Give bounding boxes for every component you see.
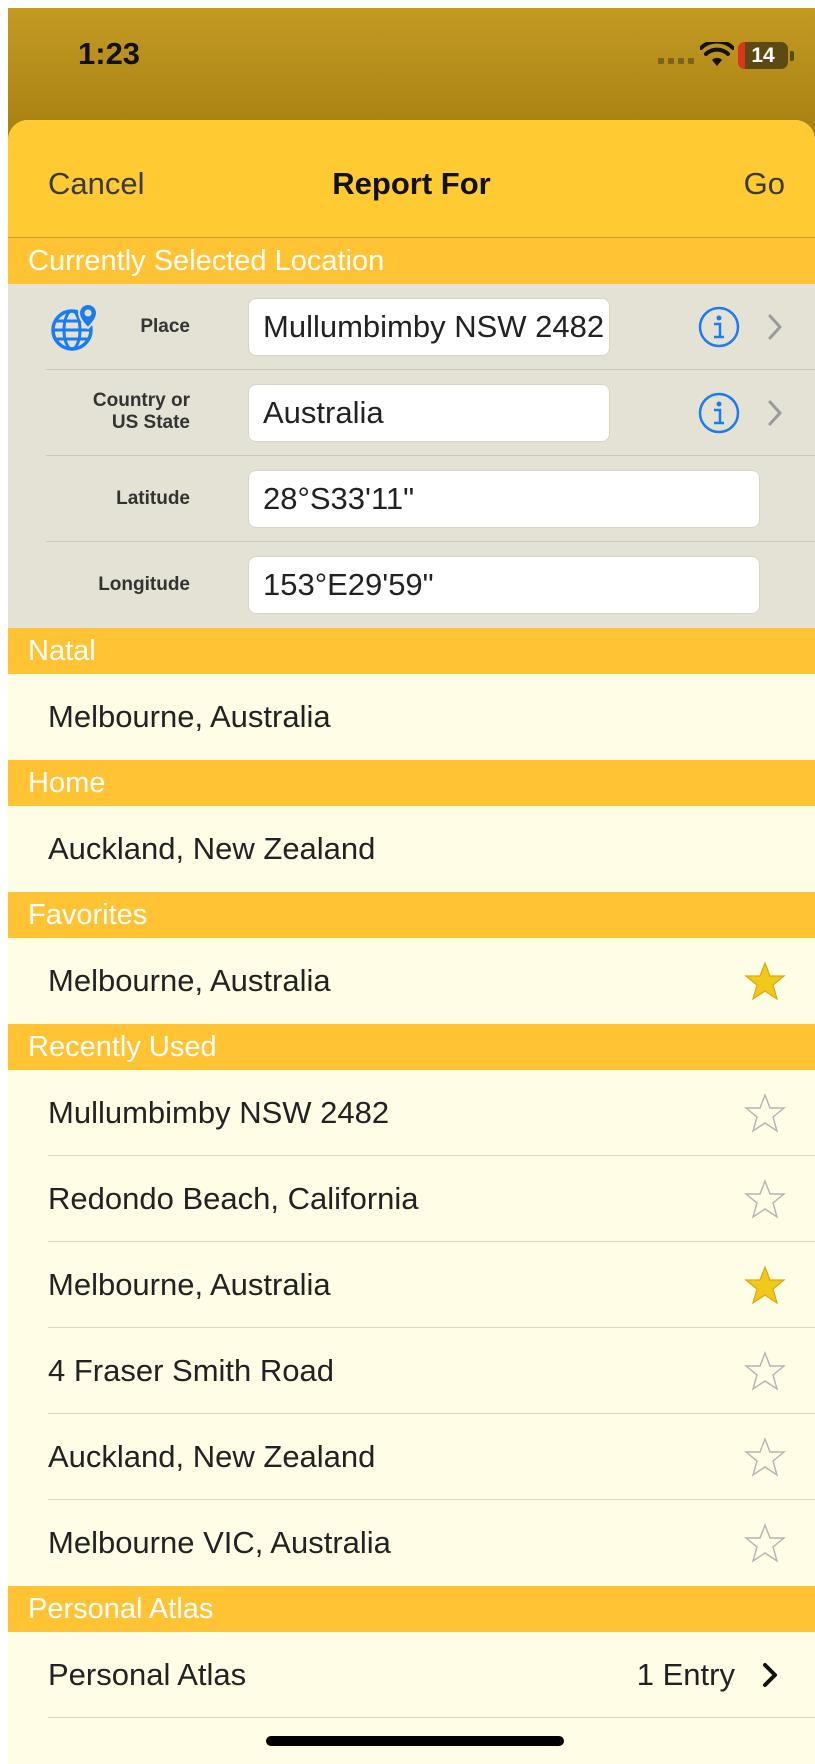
longitude-row: Longitude 153°E29'59"	[8, 542, 815, 628]
section-header-atlas: Personal Atlas	[8, 1586, 815, 1632]
section-header-favorites: Favorites	[8, 892, 815, 938]
list-item-favorite[interactable]: Melbourne, Australia	[8, 938, 815, 1024]
latitude-field[interactable]: 28°S33'11"	[248, 470, 760, 528]
personal-atlas-row[interactable]: Personal Atlas 1 Entry	[8, 1632, 815, 1718]
chevron-right-icon[interactable]	[768, 400, 782, 426]
list-item-recent[interactable]: Mullumbimby NSW 2482	[8, 1070, 815, 1156]
nav-bar: Cancel Report For Go	[8, 120, 815, 238]
info-icon[interactable]	[698, 306, 740, 348]
place-row: Place Mullumbimby NSW 2482	[8, 284, 815, 370]
list-item-label: Redondo Beach, California	[48, 1181, 419, 1216]
list-item-label: 4 Fraser Smith Road	[48, 1353, 334, 1388]
list-item-label: Mullumbimby NSW 2482	[48, 1095, 390, 1130]
chevron-right-icon[interactable]	[768, 314, 782, 340]
country-label-line1: Country or	[92, 390, 190, 411]
personal-atlas-label: Personal Atlas	[48, 1657, 247, 1692]
list-item-recent[interactable]: Melbourne, Australia	[8, 1242, 815, 1328]
current-location-panel: Place Mullumbimby NSW 2482 Country or US…	[8, 284, 815, 628]
section-header-recent: Recently Used	[8, 1024, 815, 1070]
screen: 1:23 14 Cancel Report For Go Currently S…	[8, 8, 815, 1764]
status-time: 1:23	[78, 36, 141, 71]
latitude-label: Latitude	[116, 488, 190, 509]
report-sheet: Cancel Report For Go Currently Selected …	[8, 120, 815, 1764]
list-item-home[interactable]: Auckland, New Zealand	[8, 806, 815, 892]
list-item-recent[interactable]: Melbourne VIC, Australia	[8, 1500, 815, 1586]
star-filled-icon[interactable]	[744, 1264, 786, 1306]
country-label-line2: US State	[111, 412, 190, 433]
list-item-label: Melbourne VIC, Australia	[48, 1525, 391, 1560]
star-filled-icon[interactable]	[744, 960, 786, 1002]
place-field[interactable]: Mullumbimby NSW 2482	[248, 298, 610, 356]
longitude-label: Longitude	[98, 574, 190, 595]
personal-atlas-count: 1 Entry	[636, 1657, 735, 1692]
star-outline-icon[interactable]	[744, 1350, 786, 1392]
country-field[interactable]: Australia	[248, 384, 610, 442]
section-header-natal: Natal	[8, 628, 815, 674]
longitude-field[interactable]: 153°E29'59"	[248, 556, 760, 614]
battery-level: 14	[751, 44, 775, 67]
place-label: Place	[140, 316, 190, 337]
star-outline-icon[interactable]	[744, 1092, 786, 1134]
star-outline-icon[interactable]	[744, 1522, 786, 1564]
list-item-recent[interactable]: Redondo Beach, California	[8, 1156, 815, 1242]
battery-tip	[790, 51, 794, 61]
go-button[interactable]: Go	[744, 166, 785, 202]
star-outline-icon[interactable]	[744, 1178, 786, 1220]
star-outline-icon[interactable]	[744, 1436, 786, 1478]
list-item-label: Melbourne, Australia	[48, 699, 331, 734]
page-title: Report For	[332, 166, 491, 201]
wifi-icon	[700, 42, 734, 66]
list-item-label: Melbourne, Australia	[48, 963, 331, 998]
list-item-label: Melbourne, Australia	[48, 1267, 331, 1302]
list-item-recent[interactable]: Auckland, New Zealand	[8, 1414, 815, 1500]
list-item-label: Auckland, New Zealand	[48, 831, 376, 866]
section-header-current-location: Currently Selected Location	[8, 238, 815, 284]
country-row: Country or US State Australia	[8, 370, 815, 456]
list-item-recent[interactable]: 4 Fraser Smith Road	[8, 1328, 815, 1414]
list-item-natal[interactable]: Melbourne, Australia	[8, 674, 815, 760]
list-item-label: Auckland, New Zealand	[48, 1439, 376, 1474]
section-header-home: Home	[8, 760, 815, 806]
home-indicator[interactable]	[266, 1736, 564, 1746]
battery-icon: 14	[738, 42, 788, 69]
cellular-signal-icon	[658, 58, 694, 64]
chevron-right-icon[interactable]	[762, 1662, 778, 1688]
info-icon[interactable]	[698, 392, 740, 434]
latitude-row: Latitude 28°S33'11"	[8, 456, 815, 542]
country-label: Country or US State	[38, 390, 190, 434]
